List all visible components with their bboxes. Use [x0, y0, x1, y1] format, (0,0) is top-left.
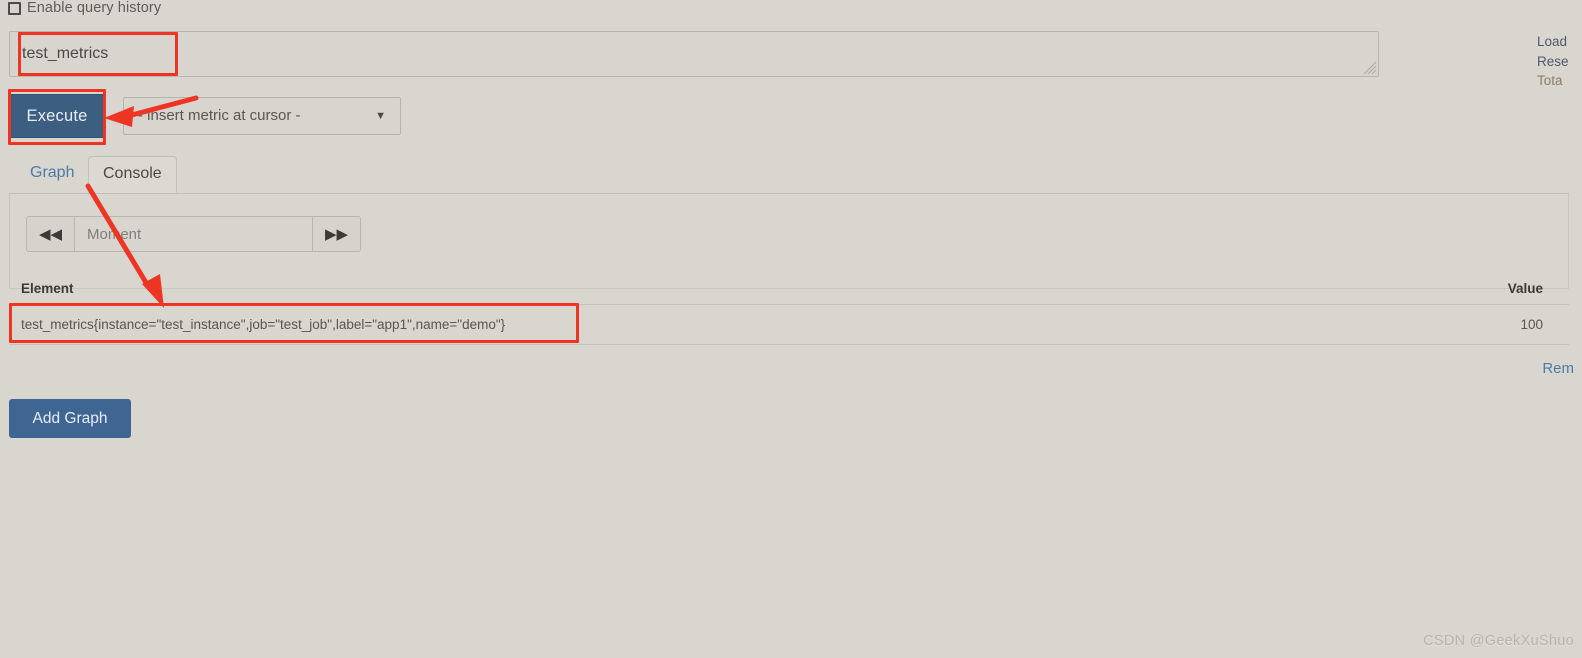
table-row: test_metrics{instance="test_instance",jo…: [9, 304, 1569, 345]
moment-input-group: ◀◀ ▶▶: [26, 216, 361, 252]
watermark: CSDN @GeekXuShuo: [1423, 633, 1574, 649]
chevron-down-icon: ▼: [375, 110, 386, 122]
cell-value: 100: [1372, 304, 1569, 345]
remove-graph-link[interactable]: Rem: [1542, 360, 1574, 377]
tab-console[interactable]: Console: [88, 156, 177, 193]
stat-resolution: Rese: [1537, 53, 1569, 69]
enable-query-history-label: Enable query history: [27, 0, 162, 16]
expression-input-wrapper: [9, 31, 1379, 77]
column-header-element: Element: [9, 278, 1373, 305]
enable-query-history-row[interactable]: Enable query history: [8, 0, 161, 18]
prometheus-expression-browser: Enable query history Execute - insert me…: [0, 0, 1582, 658]
cell-element: test_metrics{instance="test_instance",jo…: [9, 304, 1373, 345]
results-table: Element Value test_metrics{instance="tes…: [9, 278, 1569, 345]
moment-input[interactable]: [74, 216, 313, 252]
query-stats: Load Rese Tota: [1537, 32, 1582, 91]
console-panel: ◀◀ ▶▶: [9, 194, 1569, 289]
tab-graph[interactable]: Graph: [16, 156, 88, 191]
insert-metric-select[interactable]: - insert metric at cursor - ▼: [123, 97, 401, 135]
results-header-row: Element Value: [9, 278, 1569, 305]
expression-input[interactable]: [9, 31, 1379, 77]
step-forward-icon[interactable]: ▶▶: [313, 216, 361, 252]
result-tabs: Graph Console: [9, 156, 1569, 194]
enable-query-history-checkbox[interactable]: [8, 1, 21, 15]
stat-load-time: Load: [1537, 34, 1568, 49]
add-graph-button[interactable]: Add Graph: [9, 399, 131, 438]
step-backward-icon[interactable]: ◀◀: [26, 216, 74, 252]
stat-total-series: Tota: [1537, 73, 1563, 88]
insert-metric-select-value: - insert metric at cursor -: [138, 107, 301, 124]
column-header-value: Value: [1372, 278, 1569, 305]
execute-button[interactable]: Execute: [8, 94, 106, 138]
